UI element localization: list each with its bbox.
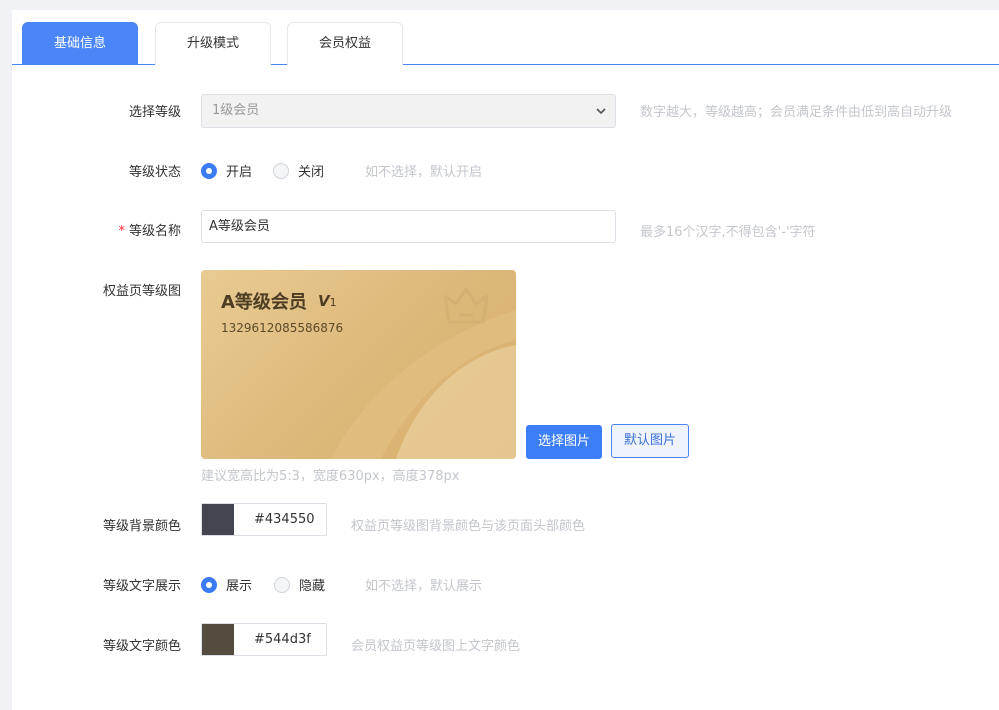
card-level-badge: V1 <box>318 292 337 310</box>
bg-color-label: 等级背景颜色 <box>102 519 181 534</box>
text-display-hint: 如不选择，默认展示 <box>365 579 483 594</box>
text-color-label: 等级文字颜色 <box>102 639 181 654</box>
level-image-hint: 建议宽高比为5:3，宽度630px，高度378px <box>201 469 460 484</box>
level-name-input[interactable]: A等级会员 <box>201 210 616 243</box>
level-name-label: 等级名称 <box>128 224 181 239</box>
text-color-picker[interactable]: #544d3f <box>201 623 327 656</box>
level-card-preview: A等级会员 V1 1329612085586876 <box>201 270 516 459</box>
bg-color-swatch[interactable] <box>202 504 234 535</box>
level-status-on-option[interactable]: 开启 <box>201 161 252 180</box>
level-status-off-label: 关闭 <box>298 165 325 180</box>
level-status-label: 等级状态 <box>128 165 181 180</box>
radio-off-icon[interactable] <box>274 576 290 593</box>
level-status-off-option[interactable]: 关闭 <box>273 161 324 180</box>
radio-on-icon[interactable] <box>201 162 217 179</box>
level-select-value: 1级会员 <box>212 103 260 118</box>
chevron-down-icon <box>596 108 606 115</box>
bg-color-hint: 权益页等级图背景颜色与该页面头部颜色 <box>351 519 586 534</box>
default-image-button[interactable]: 默认图片 <box>611 424 689 458</box>
card-number: 1329612085586876 <box>221 321 344 335</box>
text-color-swatch[interactable] <box>202 624 234 655</box>
tab-member-benefits[interactable]: 会员权益 <box>287 22 403 65</box>
text-display-label: 等级文字展示 <box>102 579 181 594</box>
text-display-show-label: 展示 <box>226 579 253 594</box>
form-panel: 基础信息 升级模式 会员权益 选择等级 1级会员 数字越大，等级越高；会员满足条… <box>12 10 999 710</box>
required-mark: * <box>118 224 125 239</box>
card-title: A等级会员 <box>221 292 307 313</box>
level-image-label: 权益页等级图 <box>102 284 181 299</box>
level-status-hint: 如不选择，默认开启 <box>365 165 483 180</box>
card-badge-num: 1 <box>329 296 337 309</box>
card-badge-v: V <box>318 292 330 310</box>
level-select-label: 选择等级 <box>128 105 181 120</box>
tab-basic-info[interactable]: 基础信息 <box>22 22 138 65</box>
level-select-hint: 数字越大，等级越高；会员满足条件由低到高自动升级 <box>640 105 953 120</box>
radio-on-icon[interactable] <box>201 576 217 593</box>
tab-upgrade-mode[interactable]: 升级模式 <box>155 22 271 65</box>
crown-icon <box>443 287 489 324</box>
text-color-value: #544d3f <box>254 632 311 647</box>
bg-color-picker[interactable]: #434550 <box>201 503 327 536</box>
text-display-show-option[interactable]: 展示 <box>201 575 252 594</box>
level-select[interactable]: 1级会员 <box>201 94 616 128</box>
level-status-on-label: 开启 <box>226 165 253 180</box>
text-color-hint: 会员权益页等级图上文字颜色 <box>351 639 521 654</box>
text-display-hide-label: 隐藏 <box>299 579 326 594</box>
bg-color-value: #434550 <box>254 512 315 527</box>
select-image-button[interactable]: 选择图片 <box>526 425 602 459</box>
level-name-label-wrap: * 等级名称 <box>118 220 181 239</box>
text-display-hide-option[interactable]: 隐藏 <box>274 575 325 594</box>
radio-off-icon[interactable] <box>273 162 289 179</box>
tab-bar: 基础信息 升级模式 会员权益 <box>12 22 999 65</box>
level-name-hint: 最多16个汉字,不得包含'-'字符 <box>640 225 816 240</box>
